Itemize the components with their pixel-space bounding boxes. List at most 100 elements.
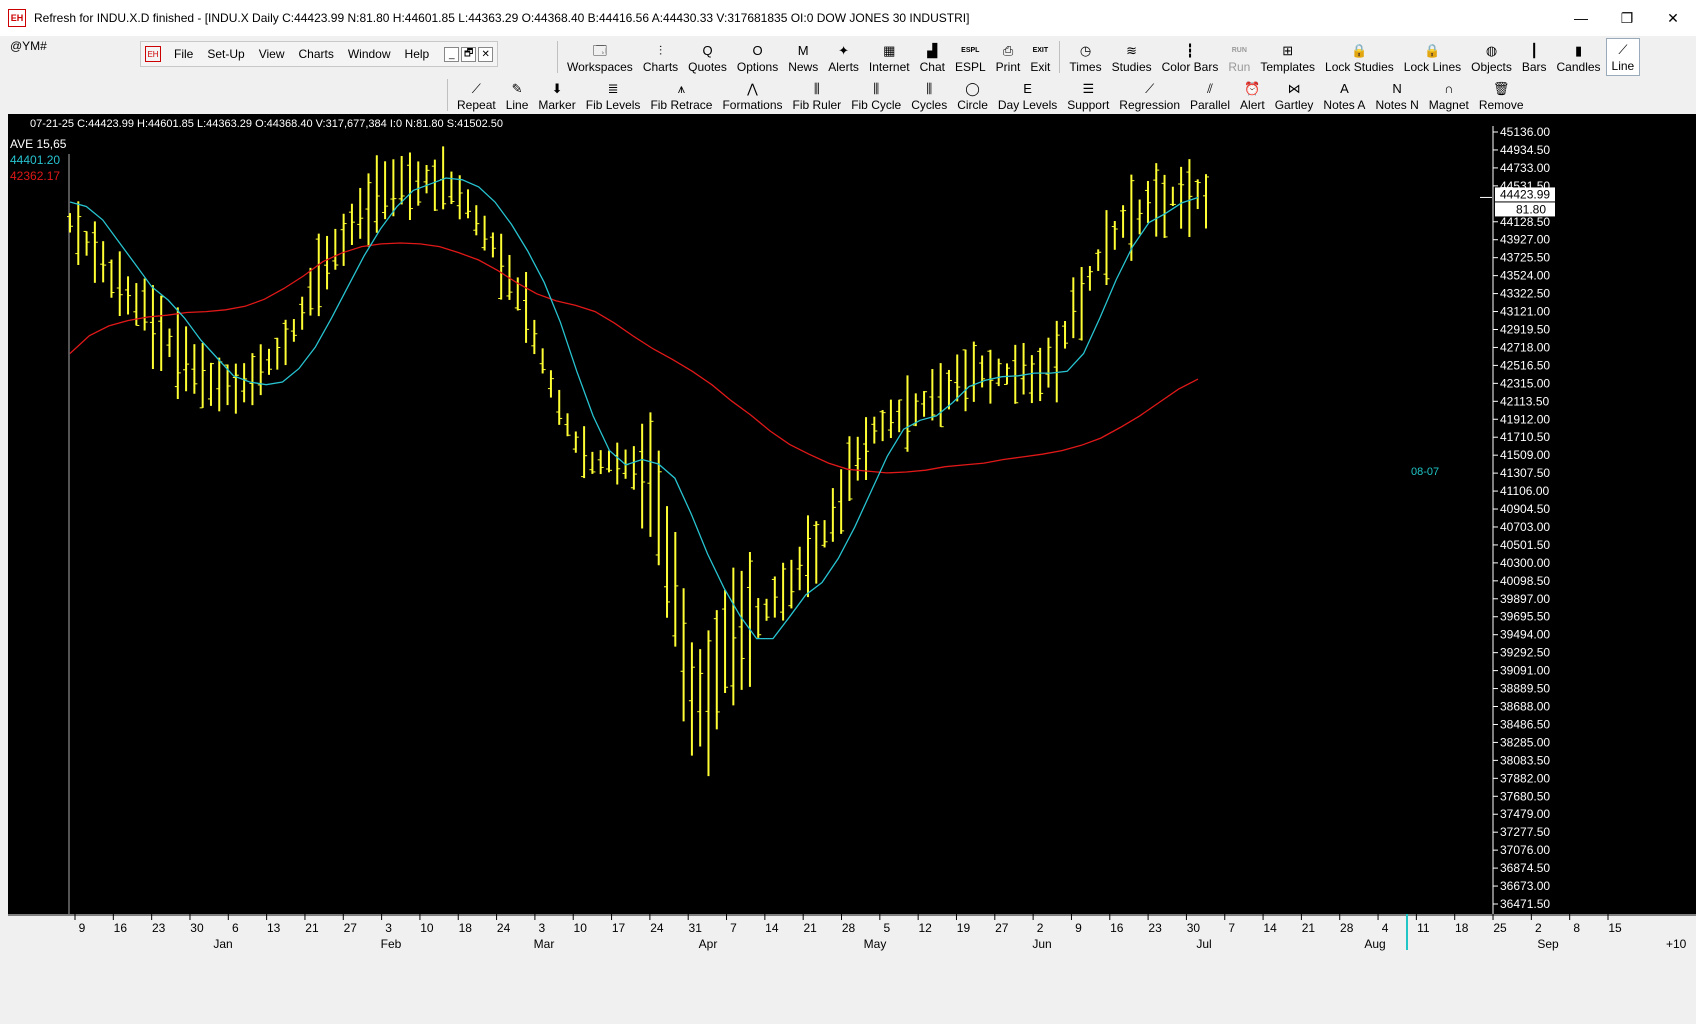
workspaces-button[interactable]: 🗔 Workspaces xyxy=(562,38,638,76)
price-chart[interactable]: 45136.0044934.5044733.0044531.5044128.50… xyxy=(8,114,1696,1024)
parallel-button[interactable]: ⫽ Parallel xyxy=(1185,76,1235,114)
x-day-label: 24 xyxy=(650,921,664,935)
day-levels-button[interactable]: E Day Levels xyxy=(993,76,1062,114)
y-axis-label: 37680.50 xyxy=(1500,789,1550,803)
options-button[interactable]: O Options xyxy=(732,38,783,76)
x-day-label: 16 xyxy=(1110,921,1124,935)
minimize-button[interactable]: — xyxy=(1558,0,1604,36)
toolbar-button-label: Workspaces xyxy=(567,60,633,74)
charts-button[interactable]: ⫶ Charts xyxy=(638,38,683,76)
marker-button[interactable]: ⬇ Marker xyxy=(533,76,580,114)
fib-retrace-button[interactable]: ⩚ Fib Retrace xyxy=(645,76,717,114)
objects-button[interactable]: ◍ Objects xyxy=(1466,38,1517,76)
internet-icon: ▦ xyxy=(883,43,896,58)
y-axis-label: 41710.50 xyxy=(1500,430,1550,444)
toolbar-button-label: Times xyxy=(1069,60,1102,74)
y-axis-label: 36471.50 xyxy=(1500,897,1550,911)
menu-help[interactable]: Help xyxy=(398,47,437,61)
templates-button[interactable]: ⊞ Templates xyxy=(1255,38,1320,76)
line-button[interactable]: ✎ Line xyxy=(501,76,534,114)
remove-button[interactable]: 🗑 Remove xyxy=(1474,76,1529,114)
menu-window[interactable]: Window xyxy=(341,47,398,61)
day-levels-icon: E xyxy=(1023,81,1032,96)
repeat-button[interactable]: ⟋ Repeat xyxy=(452,76,501,114)
times-button[interactable]: ◷ Times xyxy=(1064,38,1106,76)
notes-n-button[interactable]: N Notes N xyxy=(1370,76,1423,114)
menu-file[interactable]: File xyxy=(167,47,200,61)
x-day-label: 6 xyxy=(232,921,239,935)
run-button[interactable]: RUN Run xyxy=(1223,38,1255,76)
fib-ruler-button[interactable]: ⫼ Fib Ruler xyxy=(788,76,847,114)
alert-button[interactable]: ⏰ Alert xyxy=(1235,76,1270,114)
toolbar-button-label: Print xyxy=(995,60,1021,74)
slow-moving-average-line xyxy=(69,242,1199,474)
magnet-button[interactable]: ∩ Magnet xyxy=(1424,76,1474,114)
x-day-label: 24 xyxy=(497,921,511,935)
alert-clock-icon: ⏰ xyxy=(1244,81,1261,96)
app-window: EH Refresh for INDU.X.D finished - [INDU… xyxy=(0,0,1696,1024)
templates-icon: ⊞ xyxy=(1282,43,1294,58)
toolbar-separator xyxy=(447,79,448,111)
y-axis-label: 41509.00 xyxy=(1500,448,1550,462)
restore-button[interactable]: ❐ xyxy=(1604,0,1650,36)
regression-button[interactable]: ⟋ Regression xyxy=(1114,76,1185,114)
x-day-label: 16 xyxy=(114,921,128,935)
lock-studies-button[interactable]: 🔒 Lock Studies xyxy=(1320,38,1399,76)
toolbar-button-label: Alert xyxy=(1240,98,1265,112)
formations-button[interactable]: ⋀ Formations xyxy=(717,76,787,114)
y-axis-label: 42516.50 xyxy=(1500,358,1550,372)
y-axis-label: 42919.50 xyxy=(1500,322,1550,336)
toolbar-button-label: Formations xyxy=(722,98,783,112)
fast-ma-value: 44401.20 xyxy=(10,153,61,167)
color-bars-button[interactable]: ┇ Color Bars xyxy=(1157,38,1224,76)
notes-a-button[interactable]: A Notes A xyxy=(1318,76,1370,114)
remove-icon: 🗑 xyxy=(1492,81,1510,96)
mdi-close-button[interactable]: ✕ xyxy=(478,46,494,62)
print-button[interactable]: ⎙ Print xyxy=(991,38,1026,76)
line-button[interactable]: ⟋ Line xyxy=(1605,38,1641,76)
news-button[interactable]: M News xyxy=(783,38,823,76)
support-button[interactable]: ☰ Support xyxy=(1062,76,1114,114)
toolbar-button-label: Magnet xyxy=(1428,98,1469,112)
lock-lines-button[interactable]: 🔒 Lock Lines xyxy=(1399,38,1466,76)
symbol-field[interactable]: @YM# xyxy=(10,39,47,53)
mdi-restore-button[interactable]: 🗗 xyxy=(461,46,477,62)
chart-panel[interactable]: 45136.00 44934.50 44733.00 44531.50 44128.50… xyxy=(8,114,1696,1024)
exit-button[interactable]: EXIT Exit xyxy=(1025,38,1055,76)
menu-set-up[interactable]: Set-Up xyxy=(200,47,251,61)
quotes-button[interactable]: Q Quotes xyxy=(683,38,732,76)
alerts-button[interactable]: ✦ Alerts xyxy=(823,38,864,76)
y-axis-label: 41307.50 xyxy=(1500,466,1550,480)
ave-legend-label: AVE 15,65 xyxy=(10,137,67,151)
line-tool-icon: ✎ xyxy=(511,81,523,96)
gartley-button[interactable]: ⋈ Gartley xyxy=(1270,76,1319,114)
y-axis-label: 41106.00 xyxy=(1500,484,1549,498)
circle-button[interactable]: ◯ Circle xyxy=(952,76,993,114)
menu-view[interactable]: View xyxy=(252,47,292,61)
y-axis-label: 44934.50 xyxy=(1500,143,1550,157)
x-month-label: Sep xyxy=(1537,937,1559,951)
fib-levels-button[interactable]: ≣ Fib Levels xyxy=(581,76,646,114)
x-month-label: Apr xyxy=(699,937,718,951)
x-axis-border xyxy=(8,914,1696,916)
espl-button[interactable]: ESPL ESPL xyxy=(950,38,991,76)
menu-charts[interactable]: Charts xyxy=(292,47,341,61)
x-day-label: 9 xyxy=(79,921,86,935)
y-axis-label: 39292.50 xyxy=(1500,646,1550,660)
internet-button[interactable]: ▦ Internet xyxy=(864,38,915,76)
y-axis-label: 39494.00 xyxy=(1500,628,1550,642)
mdi-minimize-button[interactable]: _ xyxy=(444,46,460,62)
chat-button[interactable]: ▟ Chat xyxy=(915,38,950,76)
x-day-label: 3 xyxy=(539,921,546,935)
fib-cycle-button[interactable]: ⫼ Fib Cycle xyxy=(846,76,906,114)
close-button[interactable]: ✕ xyxy=(1650,0,1696,36)
bars-button[interactable]: ┃ Bars xyxy=(1517,38,1552,76)
y-axis-label: 37479.00 xyxy=(1500,807,1550,821)
options-icon: O xyxy=(752,43,763,58)
candles-button[interactable]: ▮ Candles xyxy=(1552,38,1606,76)
x-day-label: 27 xyxy=(995,921,1009,935)
toolbar-button-label: Quotes xyxy=(688,60,727,74)
document-icon[interactable]: EH xyxy=(145,46,161,62)
studies-button[interactable]: ≋ Studies xyxy=(1107,38,1157,76)
cycles-button[interactable]: ⫼ Cycles xyxy=(906,76,952,114)
